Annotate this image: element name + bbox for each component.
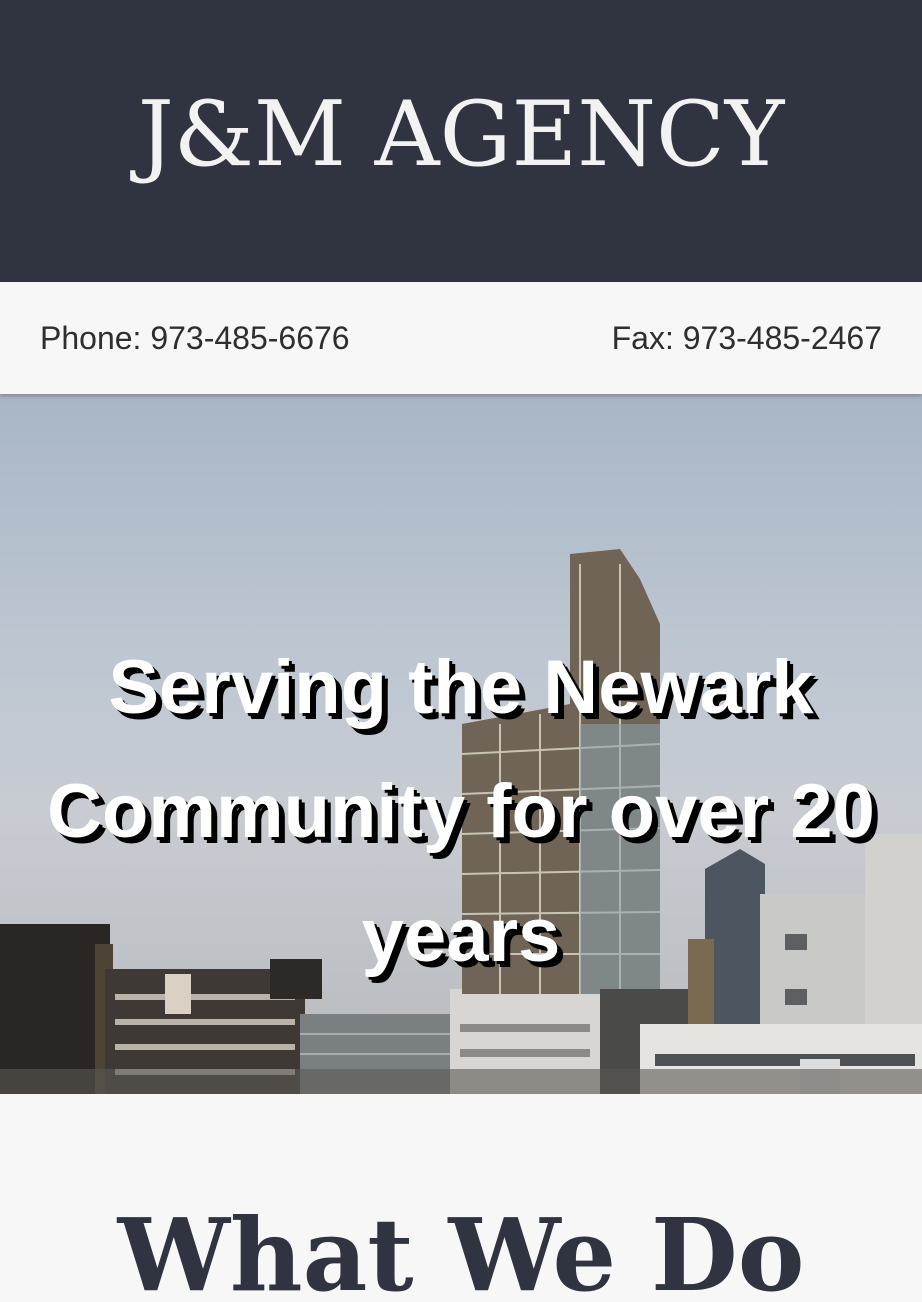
fax-number: Fax: 973-485-2467 xyxy=(611,319,882,356)
hero-title: Serving the Newark Community for over 20… xyxy=(47,645,875,978)
site-header: J&M AGENCY xyxy=(0,0,922,282)
hero-banner: Serving the Newark Community for over 20… xyxy=(0,394,922,1094)
phone-link[interactable]: Phone: 973-485-6676 xyxy=(40,320,350,357)
brand-logo[interactable]: J&M AGENCY xyxy=(138,90,785,180)
contact-bar: Phone: 973-485-6676 Fax: 973-485-2467 xyxy=(0,282,922,394)
what-we-do-heading: What We Do xyxy=(117,1196,805,1302)
